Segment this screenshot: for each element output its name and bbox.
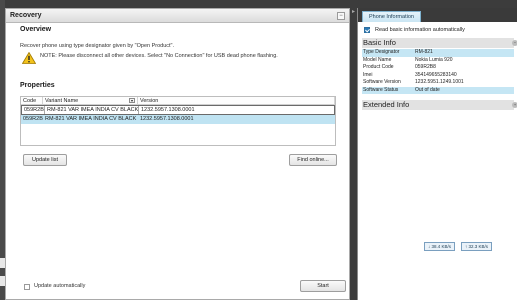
info-row: Software Status Out of date: [362, 86, 514, 94]
table-row[interactable]: 059R2B8 RM-821 VAR IMEA INDIA CV BLACK 1…: [21, 105, 335, 115]
info-value: Nokia Lumia 920: [415, 56, 453, 63]
info-row: Software Version 1232.5951.1249.1001: [362, 79, 514, 87]
update-automatically-checkbox[interactable]: [24, 284, 30, 290]
read-automatically-option[interactable]: Read basic information automatically: [364, 27, 465, 33]
info-key: Software Version: [363, 79, 401, 85]
collapse-icon[interactable]: −: [337, 11, 345, 20]
info-row: Imei 354149655283140: [362, 72, 514, 80]
extended-info-header[interactable]: Extended Info +: [362, 100, 517, 110]
info-value: Out of date: [415, 86, 440, 93]
collapse-icon[interactable]: −: [512, 40, 517, 46]
update-list-button[interactable]: Update list: [23, 154, 67, 166]
info-value: RM-821: [415, 49, 433, 55]
cell-version: 1232.5957.1308.0001: [141, 107, 195, 113]
basic-info-list: Type Designator RM-821 Model Name Nokia Lu…: [362, 49, 514, 94]
read-automatically-checkbox[interactable]: [364, 27, 370, 33]
cell-version: 1232.5957.1308.0001: [140, 116, 194, 122]
update-automatically-label: Update automatically: [34, 283, 86, 289]
info-key: Imei: [363, 71, 373, 78]
cell-variant: RM-821 VAR IMEA INDIA CV BLACK: [45, 116, 137, 122]
table-header: Code Variant Name ▾ Version: [21, 97, 335, 105]
column-header-version[interactable]: Version: [138, 97, 335, 104]
upload-speed-indicator: ↑ 32.3 KB/s: [461, 242, 493, 251]
info-row: Type Designator RM-821: [362, 49, 514, 57]
extended-info-title: Extended Info: [363, 100, 410, 109]
download-speed-indicator: ↓ 38.4 KB/s: [424, 242, 456, 251]
basic-info-title: Basic Info: [363, 38, 396, 47]
info-row: Product Code 059R2B8: [362, 64, 514, 72]
column-header-variant[interactable]: Variant Name ▾: [43, 97, 138, 104]
panel-arrow-icon[interactable]: ▸: [352, 8, 355, 15]
phone-tab-bar: ▸ Phone Information: [352, 8, 517, 22]
cell-code: 059R2B8: [24, 107, 44, 113]
column-header-code[interactable]: Code: [21, 97, 43, 104]
table-row-selected[interactable]: 059R2B8 RM-821 VAR IMEA INDIA CV BLACK 1…: [21, 115, 335, 124]
column-header-variant-label: Variant Name: [45, 98, 79, 104]
info-value: 1232.5951.1249.1001: [415, 79, 464, 85]
info-key: Type Designator: [363, 49, 400, 55]
warning-note: NOTE: Please disconnect all other device…: [21, 51, 278, 64]
info-row: Model Name Nokia Lumia 920: [362, 57, 514, 65]
basic-info-header[interactable]: Basic Info −: [362, 38, 517, 48]
overview-heading: Overview: [20, 26, 52, 33]
warning-text: NOTE: Please disconnect all other device…: [40, 53, 278, 59]
tab-phone-information[interactable]: Phone Information: [362, 11, 421, 22]
cell-code: 059R2B8: [23, 116, 43, 122]
recovery-header: Recovery −: [6, 9, 349, 23]
read-automatically-label: Read basic information automatically: [375, 27, 465, 33]
properties-table: Code Variant Name ▾ Version 059R2B8 RM-82…: [20, 96, 336, 146]
expand-icon[interactable]: +: [512, 102, 517, 108]
info-key: Software Status: [363, 86, 399, 93]
info-value: 354149655283140: [415, 71, 457, 78]
cell-variant: RM-821 VAR IMEA INDIA CV BLACK: [44, 106, 139, 114]
overview-description: Recover phone using type designator give…: [20, 43, 175, 49]
filter-dropdown-icon[interactable]: ▾: [129, 98, 135, 103]
recovery-title: Recovery: [10, 12, 42, 19]
info-key: Product Code: [363, 64, 394, 70]
properties-heading: Properties: [20, 82, 55, 89]
find-online-button[interactable]: Find online...: [289, 154, 337, 166]
info-value: 059R2B8: [415, 64, 436, 70]
phone-information-panel: ▸ Phone Information Read basic informati…: [352, 8, 517, 300]
start-button[interactable]: Start: [300, 280, 346, 292]
warning-icon: [21, 51, 37, 64]
info-key: Model Name: [363, 56, 392, 63]
